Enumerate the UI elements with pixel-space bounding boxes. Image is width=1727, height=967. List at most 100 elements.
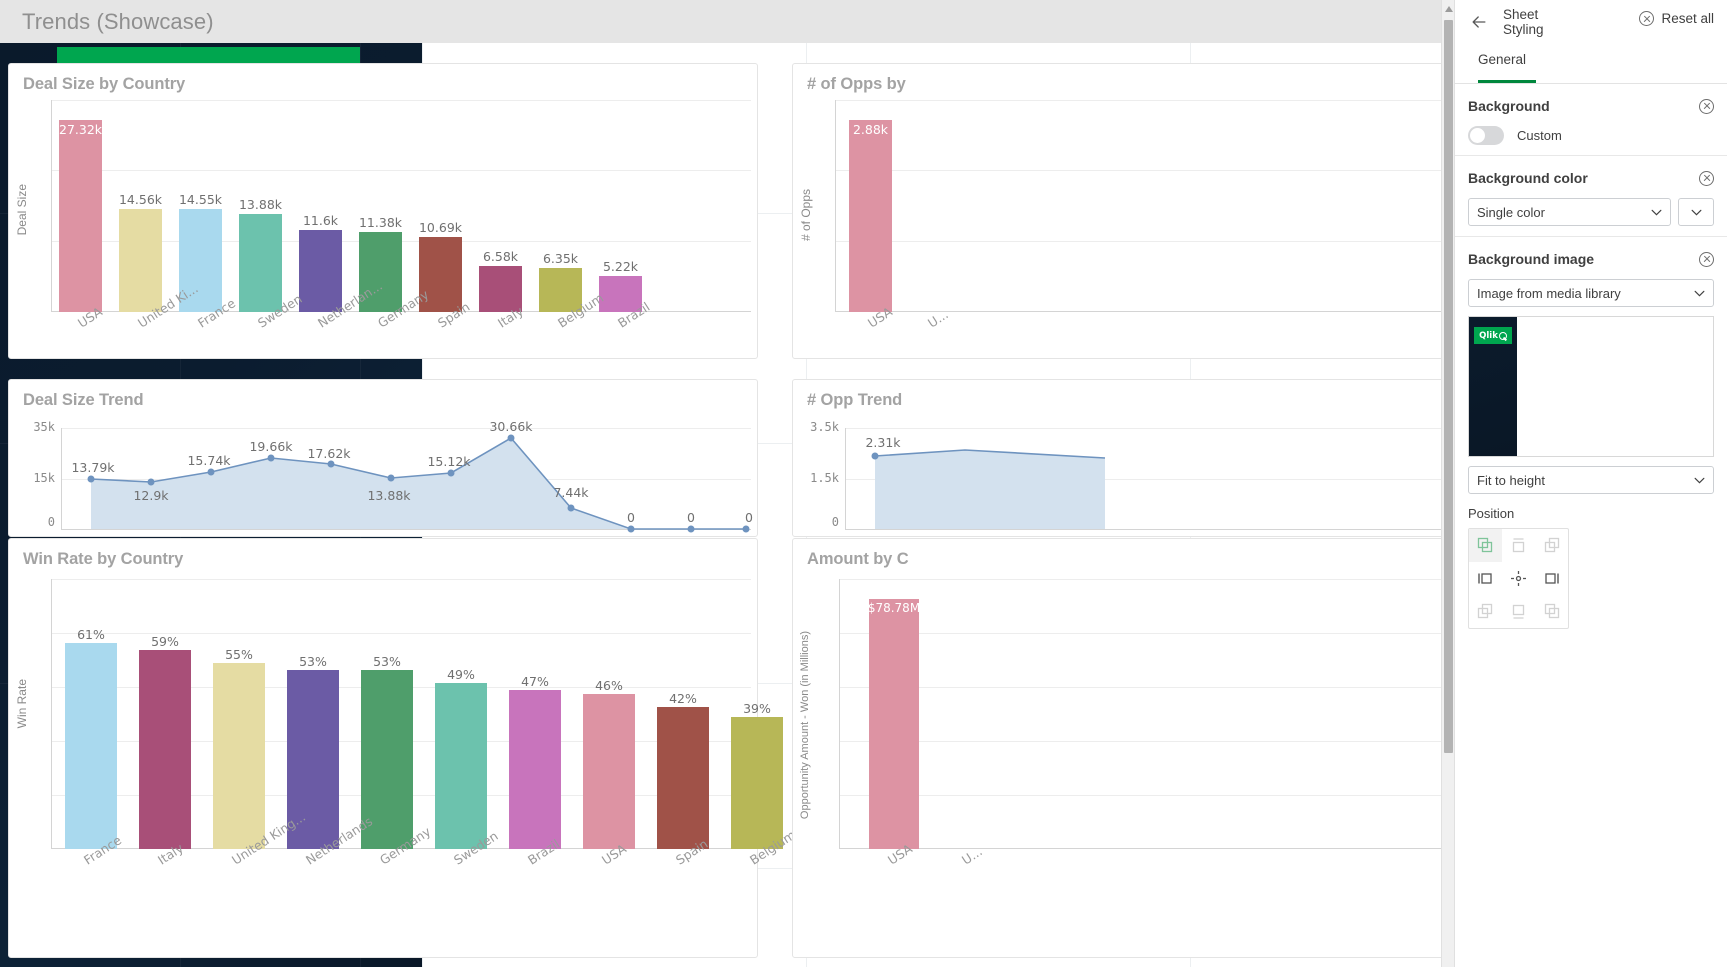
background-color-swatch-button[interactable] [1678, 198, 1714, 226]
data-point[interactable] [387, 474, 395, 482]
bar-value-label: 11.6k [302, 213, 339, 228]
reset-section-icon[interactable] [1699, 170, 1714, 186]
y-axis-tick: 1.5k [810, 471, 839, 485]
position-middle-left[interactable] [1469, 562, 1502, 595]
bar-usa[interactable] [849, 120, 892, 312]
chart-plot-area: 3.5k 1.5k 0 2.31k [810, 420, 1441, 530]
properties-panel: Sheet Styling Reset all General Backgrou… [1454, 0, 1727, 967]
data-point[interactable] [327, 460, 335, 468]
y-axis-tick: 0 [831, 515, 839, 529]
data-point[interactable] [742, 525, 750, 533]
image-source-select[interactable]: Image from media library [1468, 279, 1714, 307]
bar-netherlands[interactable] [299, 230, 342, 312]
chart-plot-area: 61% 59% 55% 53% 53% 49% 47% 46% 42% 39% … [51, 579, 798, 868]
background-color-mode-select[interactable]: Single color [1468, 198, 1671, 226]
y-axis-label: Opportunity Amount - Won (in Millions) [799, 631, 811, 820]
trend-area-series[interactable] [61, 428, 751, 530]
panel-title: Sheet Styling [1503, 7, 1544, 37]
section-background-image: Background image Image from media librar… [1455, 237, 1727, 639]
section-title: Background [1468, 98, 1550, 114]
align-top-left-icon [1477, 537, 1493, 553]
trend-area-series[interactable] [845, 428, 1441, 530]
reset-all-label: Reset all [1661, 11, 1714, 26]
y-axis-tick: 35k [33, 420, 55, 434]
bar-brazil[interactable] [509, 690, 561, 849]
bar-value-label: 14.56k [118, 192, 163, 207]
bar-usa[interactable] [869, 599, 919, 849]
data-point[interactable] [507, 434, 515, 442]
point-value-label: 15.12k [427, 454, 471, 469]
bar-italy[interactable] [139, 650, 191, 849]
canvas-vertical-scrollbar[interactable] [1441, 0, 1454, 967]
chart-plot-area: 2.88k USA U... [835, 100, 1441, 331]
chevron-down-icon [1651, 209, 1662, 215]
bar-value-label: 2.88k [852, 122, 889, 137]
y-axis-tick: 3.5k [810, 420, 839, 434]
bar-sweden[interactable] [435, 683, 487, 849]
chart-card-win-rate-by-country: Win Rate by Country Win Rate 61% 59% 55%… [8, 538, 798, 958]
data-point[interactable] [147, 478, 155, 486]
reset-section-icon[interactable] [1699, 98, 1714, 114]
bar-spain[interactable] [657, 707, 709, 849]
point-value-label: 30.66k [489, 419, 533, 434]
position-bottom-center[interactable] [1502, 595, 1535, 628]
point-value-label: 13.79k [71, 460, 115, 475]
position-top-center[interactable] [1502, 529, 1535, 562]
sheet-canvas: Qlik ® Deal Size by Country Deal Size [0, 43, 1441, 967]
data-point[interactable] [267, 454, 275, 462]
data-point[interactable] [207, 468, 215, 476]
position-middle-right[interactable] [1535, 562, 1568, 595]
back-arrow-icon[interactable] [1469, 12, 1489, 32]
section-title: Background color [1468, 170, 1588, 186]
point-value-label: 7.44k [553, 485, 589, 500]
position-middle-center[interactable] [1502, 562, 1535, 595]
data-point[interactable] [627, 525, 635, 533]
bar-usa[interactable] [59, 120, 102, 312]
bar-value-label: 10.69k [418, 220, 463, 235]
point-value-label: 19.66k [249, 439, 293, 454]
y-axis-tick: 0 [47, 515, 55, 529]
bar-sweden[interactable] [239, 214, 282, 312]
background-image-preview[interactable]: Qlik [1468, 316, 1714, 457]
tab-general[interactable]: General [1478, 44, 1526, 67]
image-sizing-select[interactable]: Fit to height [1468, 466, 1714, 494]
bar-value-label: 13.88k [238, 197, 283, 212]
reset-all-button[interactable]: Reset all [1639, 11, 1714, 26]
position-top-right[interactable] [1535, 529, 1568, 562]
position-bottom-right[interactable] [1535, 595, 1568, 628]
bar-united-kingdom[interactable] [213, 663, 265, 849]
align-top-right-icon [1544, 537, 1560, 553]
chart-title: Amount by C [807, 550, 909, 568]
chart-title: Deal Size Trend [23, 391, 144, 409]
image-position-picker[interactable] [1468, 528, 1569, 629]
bar-value-label: 59% [151, 634, 179, 649]
chart-title: # of Opps by [807, 75, 906, 93]
reset-section-icon[interactable] [1699, 251, 1714, 267]
chevron-down-icon [1694, 477, 1705, 483]
data-point[interactable] [567, 504, 575, 512]
data-point[interactable] [87, 475, 95, 483]
data-point[interactable] [871, 452, 879, 460]
bar-france[interactable] [65, 643, 117, 849]
chart-card-deal-size-by-country: Deal Size by Country Deal Size 27.32k 14… [8, 63, 758, 359]
bar-belgium[interactable] [731, 717, 783, 849]
bar-united-kingdom[interactable] [119, 209, 162, 312]
y-axis-label: Win Rate [15, 679, 29, 729]
custom-background-toggle[interactable] [1468, 126, 1504, 145]
bar-value-label: 49% [447, 667, 475, 682]
scrollbar-thumb[interactable] [1444, 20, 1453, 753]
chart-plot-area: 27.32k 14.56k 14.55k 13.88k 11.6k 11.38k… [51, 100, 751, 331]
bar-usa[interactable] [583, 694, 635, 849]
custom-toggle-label: Custom [1517, 128, 1562, 143]
scroll-up-arrow-icon[interactable] [1445, 6, 1453, 12]
data-point[interactable] [447, 469, 455, 477]
data-point[interactable] [687, 525, 695, 533]
bar-value-label: 11.38k [358, 215, 403, 230]
position-top-left[interactable] [1469, 529, 1502, 562]
chart-title: Deal Size by Country [23, 75, 186, 93]
sheet-titlebar: Trends (Showcase) [0, 0, 1441, 43]
bar-value-label: 53% [299, 654, 327, 669]
y-axis-label: Deal Size [15, 184, 29, 236]
position-bottom-left[interactable] [1469, 595, 1502, 628]
point-value-label: 2.31k [865, 435, 901, 450]
